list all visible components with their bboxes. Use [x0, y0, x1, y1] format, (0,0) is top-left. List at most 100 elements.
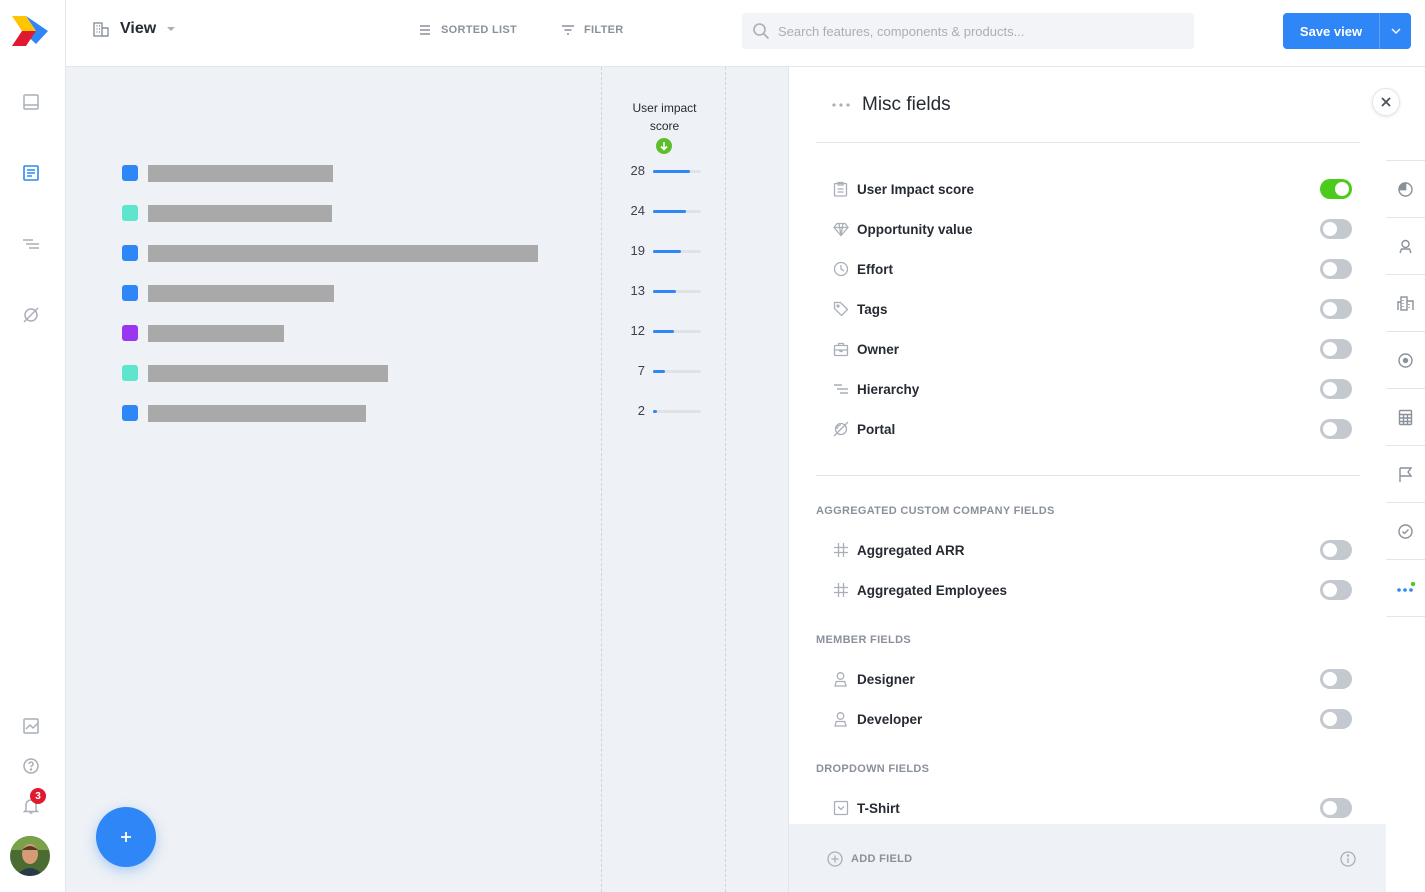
field-toggle[interactable]	[1320, 669, 1352, 689]
score-value: 24	[630, 203, 645, 218]
person-icon	[832, 671, 849, 688]
field-toggle[interactable]	[1320, 709, 1352, 729]
portal-icon	[832, 421, 849, 438]
score-fill-bar	[653, 290, 676, 293]
plus-icon	[121, 832, 131, 842]
save-view-button[interactable]: Save view	[1283, 13, 1411, 49]
briefcase-icon	[832, 341, 849, 358]
releases-tab[interactable]	[1386, 446, 1425, 503]
filter-button[interactable]: FILTER	[561, 24, 623, 36]
feature-row[interactable]	[122, 204, 332, 222]
companies-tab[interactable]	[1386, 275, 1425, 332]
field-label: User Impact score	[857, 181, 975, 197]
hash-icon	[832, 542, 849, 559]
toggle-knob	[1323, 543, 1337, 557]
field-toggle[interactable]	[1320, 259, 1352, 279]
redacted-feature-name	[148, 204, 332, 222]
insights-icon[interactable]	[20, 715, 42, 737]
score-cell: 28	[602, 162, 727, 180]
pie-chart-icon	[1398, 181, 1413, 197]
field-toggle[interactable]	[1320, 580, 1352, 600]
field-toggle[interactable]	[1320, 299, 1352, 319]
feature-row[interactable]	[122, 284, 334, 302]
sort-descending-icon[interactable]	[656, 138, 672, 154]
field-toggle[interactable]	[1320, 419, 1352, 439]
score-cell: 12	[602, 322, 727, 340]
chevron-down-icon	[166, 26, 176, 32]
field-toggle[interactable]	[1320, 179, 1352, 199]
add-feature-fab-button[interactable]	[96, 807, 156, 867]
field-label: Opportunity value	[857, 221, 973, 237]
feature-row[interactable]	[122, 244, 538, 262]
inbox-icon[interactable]	[20, 91, 42, 113]
panel-title: Misc fields	[862, 93, 951, 115]
feature-row[interactable]	[122, 364, 388, 382]
field-row: Hierarchy	[832, 379, 1352, 399]
info-icon[interactable]	[1340, 851, 1356, 867]
field-row: User Impact score	[832, 179, 1352, 199]
score-cell: 7	[602, 362, 727, 380]
objectives-tab[interactable]	[1386, 332, 1425, 389]
field-label: Owner	[857, 341, 900, 357]
building-icon	[92, 20, 110, 38]
view-selector[interactable]: View	[92, 20, 176, 38]
sorted-list-button[interactable]: SORTED LIST	[418, 24, 517, 36]
field-toggle[interactable]	[1320, 379, 1352, 399]
calculator-tab[interactable]	[1386, 389, 1425, 446]
toggle-knob	[1323, 262, 1337, 276]
score-value: 2	[637, 403, 645, 418]
field-toggle[interactable]	[1320, 339, 1352, 359]
top-bar: View SORTED LIST FILTER Save view	[66, 0, 1425, 67]
fields-panel: Misc fields User Impact score Opportunity…	[788, 67, 1387, 892]
list-icon	[418, 24, 432, 36]
field-toggle[interactable]	[1320, 540, 1352, 560]
notification-count-badge: 3	[30, 788, 46, 804]
toggle-knob	[1323, 672, 1337, 686]
tag-icon	[832, 301, 849, 318]
field-row: Opportunity value	[832, 219, 1352, 239]
person-icon	[832, 711, 849, 728]
feature-status-square	[122, 165, 138, 181]
check-circle-icon	[1398, 523, 1413, 539]
feature-row[interactable]	[122, 324, 284, 342]
productboard-logo-icon[interactable]	[12, 16, 48, 46]
score-track	[653, 410, 701, 413]
features-board-icon[interactable]	[20, 162, 42, 184]
save-view-label[interactable]: Save view	[1283, 24, 1379, 39]
portal-nav-icon[interactable]	[20, 304, 42, 326]
score-fill-bar	[653, 210, 686, 213]
roadmap-icon[interactable]	[20, 233, 42, 255]
buildings-icon	[1397, 295, 1414, 311]
left-sidebar: 3	[0, 0, 66, 892]
add-circle-icon	[827, 851, 843, 867]
field-row: Effort	[832, 259, 1352, 279]
score-column-header[interactable]: User impact score	[602, 99, 727, 135]
close-icon	[1381, 97, 1391, 107]
help-icon[interactable]	[20, 755, 42, 777]
add-field-label: ADD FIELD	[851, 853, 913, 865]
feature-row[interactable]	[122, 164, 333, 182]
close-panel-button[interactable]	[1372, 88, 1400, 116]
feature-row[interactable]	[122, 404, 366, 422]
persona-tab[interactable]	[1386, 218, 1425, 275]
field-toggle[interactable]	[1320, 798, 1352, 818]
save-options-chevron-icon[interactable]	[1380, 28, 1411, 34]
user-avatar[interactable]	[10, 836, 50, 876]
search-input[interactable]	[778, 23, 1178, 39]
field-row: Developer	[832, 709, 1352, 729]
field-toggle[interactable]	[1320, 219, 1352, 239]
score-cell: 13	[602, 282, 727, 300]
redacted-feature-name	[148, 324, 284, 342]
add-field-button[interactable]: ADD FIELD	[827, 851, 912, 867]
chart-tab[interactable]	[1386, 161, 1425, 218]
search-box[interactable]	[742, 13, 1194, 49]
misc-fields-tab[interactable]	[1386, 560, 1425, 617]
panel-header: Misc fields	[816, 67, 1360, 143]
more-options-icon[interactable]	[832, 102, 850, 107]
score-value: 12	[630, 323, 645, 338]
feature-status-square	[122, 325, 138, 341]
dropdown-icon	[832, 800, 849, 817]
status-tab[interactable]	[1386, 503, 1425, 560]
redacted-feature-name	[148, 364, 388, 382]
score-cell: 24	[602, 202, 727, 220]
